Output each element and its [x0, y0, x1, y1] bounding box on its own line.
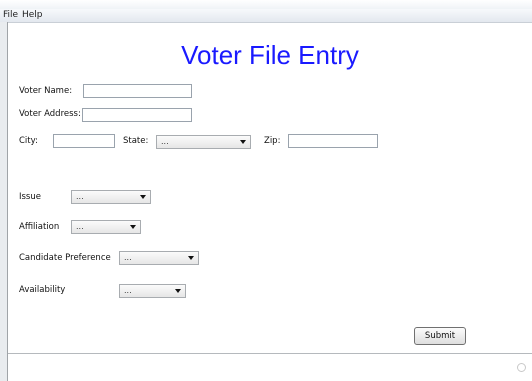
issue-selected-value: ... — [76, 192, 84, 201]
chevron-down-icon — [140, 195, 146, 199]
voter-address-label: Voter Address: — [19, 109, 81, 119]
availability-label: Availability — [19, 285, 66, 295]
state-dropdown[interactable]: ... — [156, 135, 251, 149]
zip-field[interactable] — [288, 134, 378, 148]
state-label: State: — [123, 136, 149, 146]
resize-grip-icon[interactable] — [517, 363, 526, 372]
submit-button[interactable]: Submit — [414, 327, 466, 345]
city-label: City: — [19, 136, 38, 146]
chevron-down-icon — [240, 140, 246, 144]
issue-dropdown[interactable]: ... — [71, 190, 151, 204]
affiliation-dropdown[interactable]: ... — [71, 220, 141, 234]
page-title: Voter File Entry — [181, 40, 359, 70]
chevron-down-icon — [175, 289, 181, 293]
chevron-down-icon — [188, 256, 194, 260]
zip-label: Zip: — [264, 136, 281, 146]
form-panel: Voter File Entry Voter Name: Voter Addre… — [8, 23, 532, 353]
issue-label: Issue — [19, 192, 41, 202]
menu-bar: File Help — [0, 9, 532, 23]
voter-name-field[interactable] — [83, 84, 192, 98]
city-field[interactable] — [53, 134, 115, 148]
menu-file[interactable]: File — [3, 9, 18, 22]
voter-name-label: Voter Name: — [19, 86, 73, 96]
window-left-edge — [0, 22, 8, 381]
voter-address-field[interactable] — [82, 108, 192, 122]
candidate-preference-dropdown[interactable]: ... — [119, 251, 199, 265]
candidate-selected-value: ... — [124, 253, 132, 262]
menu-help[interactable]: Help — [22, 9, 43, 22]
availability-dropdown[interactable]: ... — [119, 284, 186, 298]
app-window: File Help Voter File Entry Voter Name: V… — [0, 0, 532, 381]
availability-selected-value: ... — [124, 286, 132, 295]
status-bar — [8, 353, 532, 381]
chevron-down-icon — [130, 225, 136, 229]
state-selected-value: ... — [161, 137, 169, 146]
candidate-preference-label: Candidate Preference — [19, 253, 111, 263]
affiliation-label: Affiliation — [19, 222, 60, 232]
affiliation-selected-value: ... — [76, 222, 84, 231]
